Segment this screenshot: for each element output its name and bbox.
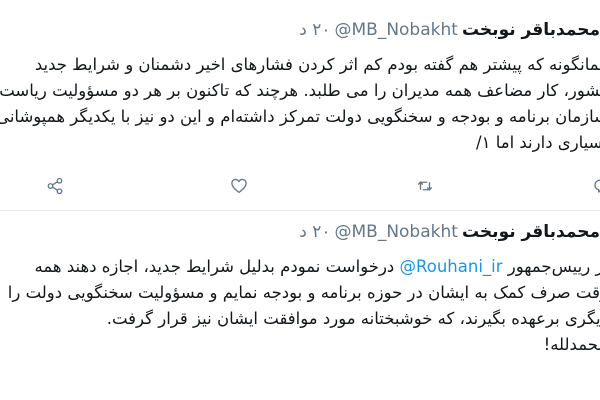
share-icon <box>47 177 63 195</box>
tweet-text-line: دیگری برعهده بگیرند، که خوشبختانه مورد م… <box>106 309 600 328</box>
tweet-header: محمدباقر نوبخت @MB_Nobakht ۲۰ د <box>299 222 600 242</box>
retweet-icon <box>417 181 433 191</box>
reply-button[interactable] <box>590 175 600 197</box>
tweet-text: از رییس‌جمهور @Rouhani_ir درخواست نمودم … <box>8 254 600 358</box>
like-button[interactable] <box>228 175 250 197</box>
tweet-time[interactable]: ۲۰ د <box>299 222 330 242</box>
tweet-text-line: کشور، کار مضاعف همه مدیران را می طلبد. ه… <box>0 81 600 100</box>
tweet[interactable]: محمدباقر نوبخت @MB_Nobakht ۲۰ د همانگونه… <box>0 0 600 211</box>
tweet-text-line: وقت صرف کمک به ایشان در حوزه برنامه و بو… <box>7 283 600 302</box>
retweet-button[interactable] <box>414 175 436 197</box>
mention-link[interactable]: @Rouhani_ir <box>400 257 503 276</box>
tweet-text-fragment: درخواست نمودم بدلیل شرایط جدید، اجازه ده… <box>34 257 395 276</box>
heart-icon <box>231 178 247 194</box>
tweet[interactable]: محمدباقر نوبخت @MB_Nobakht ۲۰ د از رییس‌… <box>0 211 600 400</box>
tweet-text: همانگونه که پیشتر هم گفته بودم کم اثر کر… <box>0 52 600 156</box>
tweet-text-line: همانگونه که پیشتر هم گفته بودم کم اثر کر… <box>34 55 600 74</box>
tweet-text-line: از رییس‌جمهور @Rouhani_ir درخواست نمودم … <box>8 254 600 280</box>
tweet-text-line: بسیاری دارند اما ۱/ <box>476 133 600 152</box>
tweet-text-fragment: از رییس‌جمهور <box>507 257 600 276</box>
author-name[interactable]: محمدباقر نوبخت <box>462 222 600 242</box>
author-name[interactable]: محمدباقر نوبخت <box>462 20 600 40</box>
tweet-actions <box>0 175 600 197</box>
tweet-feed: محمدباقر نوبخت @MB_Nobakht ۲۰ د همانگونه… <box>0 0 600 400</box>
tweet-text-line: سازمان برنامه و بودجه و سخنگویی دولت تمر… <box>0 107 600 126</box>
author-handle[interactable]: @MB_Nobakht <box>334 222 457 242</box>
share-button[interactable] <box>44 175 66 197</box>
tweet-time[interactable]: ۲۰ د <box>299 20 330 40</box>
reply-icon <box>594 179 600 193</box>
author-handle[interactable]: @MB_Nobakht <box>334 20 457 40</box>
tweet-header: محمدباقر نوبخت @MB_Nobakht ۲۰ د <box>299 20 600 40</box>
tweet-text-line: الحمدلله! <box>543 335 600 354</box>
